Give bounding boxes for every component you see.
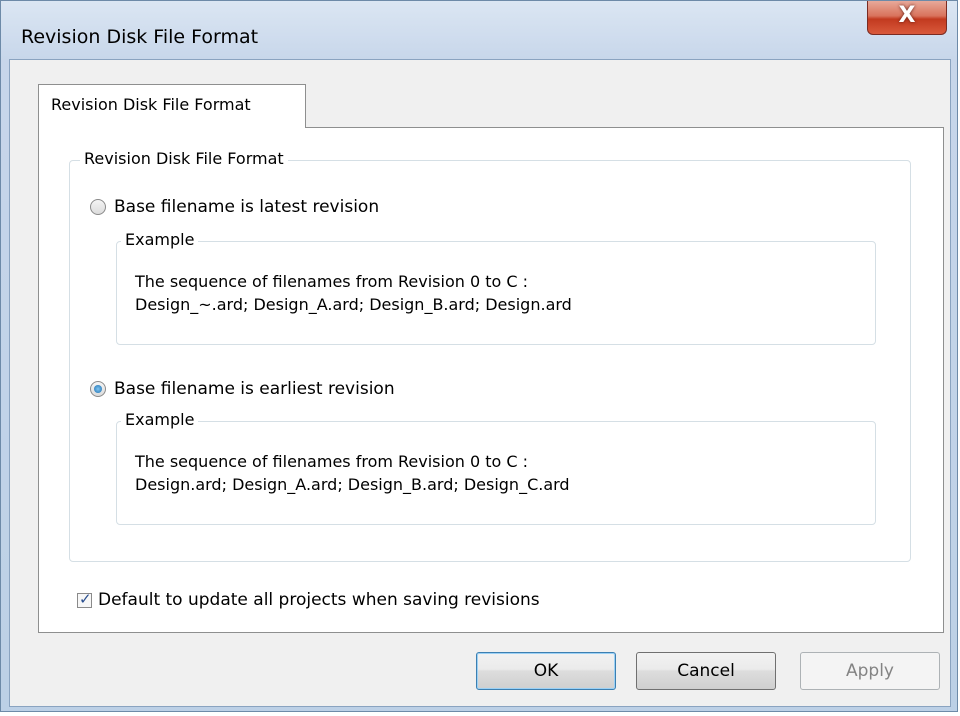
cancel-button[interactable]: Cancel bbox=[636, 652, 776, 690]
default-update-label: Default to update all projects when savi… bbox=[98, 590, 540, 610]
example-box-earliest: Example The sequence of filenames from R… bbox=[116, 410, 876, 525]
tab-revision-disk-file-format[interactable]: Revision Disk File Format bbox=[38, 84, 306, 128]
example-text-earliest: The sequence of filenames from Revision … bbox=[135, 450, 570, 496]
example-line: Design.ard; Design_A.ard; Design_B.ard; … bbox=[135, 475, 570, 494]
default-update-checkbox[interactable] bbox=[77, 590, 92, 608]
revision-format-group: Revision Disk File Format Base filename … bbox=[69, 149, 911, 562]
close-button[interactable]: X bbox=[867, 1, 947, 35]
radio-latest-label: Base filename is latest revision bbox=[114, 197, 380, 217]
radio-earliest-label: Base filename is earliest revision bbox=[114, 379, 395, 399]
example-line: Design_~.ard; Design_A.ard; Design_B.ard… bbox=[135, 295, 572, 314]
dialog-client-area: Revision Disk File Format Revision Disk … bbox=[9, 59, 951, 707]
close-icon: X bbox=[898, 3, 916, 28]
ok-button[interactable]: OK bbox=[476, 652, 616, 690]
example-label: Example bbox=[121, 410, 199, 429]
dialog-window: Revision Disk File Format X Revision Dis… bbox=[0, 0, 958, 712]
tab-label: Revision Disk File Format bbox=[51, 95, 251, 114]
radio-latest-revision[interactable]: Base filename is latest revision bbox=[90, 197, 379, 217]
radio-earliest-revision[interactable]: Base filename is earliest revision bbox=[90, 379, 395, 399]
group-label: Revision Disk File Format bbox=[80, 149, 288, 168]
example-label: Example bbox=[121, 230, 199, 249]
example-text-latest: The sequence of filenames from Revision … bbox=[135, 270, 572, 316]
tab-page: Revision Disk File Format Base filename … bbox=[38, 127, 944, 633]
example-line: The sequence of filenames from Revision … bbox=[135, 272, 529, 291]
radio-button-earliest[interactable] bbox=[90, 381, 106, 397]
radio-button-latest[interactable] bbox=[90, 199, 106, 215]
default-update-checkbox-row[interactable]: Default to update all projects when savi… bbox=[77, 590, 540, 610]
example-line: The sequence of filenames from Revision … bbox=[135, 452, 529, 471]
title-bar: Revision Disk File Format X bbox=[1, 1, 957, 59]
example-box-latest: Example The sequence of filenames from R… bbox=[116, 230, 876, 345]
apply-button[interactable]: Apply bbox=[800, 652, 940, 690]
window-title: Revision Disk File Format bbox=[21, 26, 259, 48]
